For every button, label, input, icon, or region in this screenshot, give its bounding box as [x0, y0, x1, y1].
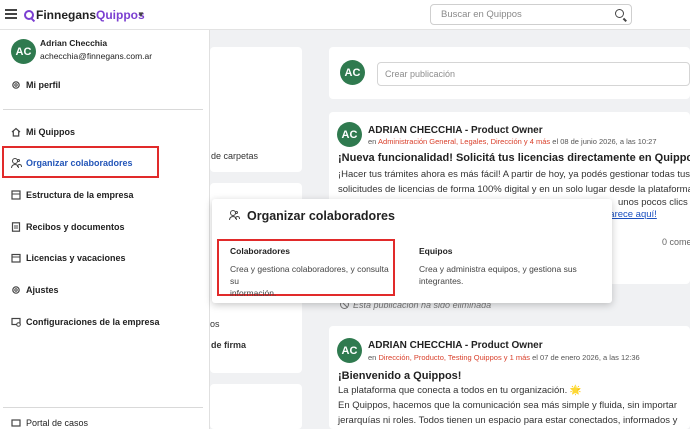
calendar-icon: [11, 253, 21, 263]
menu-header: Organizar colaboradores: [229, 209, 395, 223]
post-meta: en Administración General, Legales, Dire…: [368, 137, 657, 146]
post-body-line: jerarquías ni roles. Todos tienen un esp…: [338, 415, 678, 426]
create-post-input[interactable]: Crear publicación: [377, 62, 690, 86]
structure-icon: [11, 190, 21, 200]
gear-icon: [11, 80, 21, 90]
search-input[interactable]: Buscar en Quippos: [430, 4, 632, 25]
sidebar-item-label: Licencias y vacaciones: [26, 253, 126, 263]
post-title: ¡Bienvenido a Quippos!: [338, 370, 462, 382]
menu-option-desc-line: información.: [230, 288, 277, 298]
organizar-colaboradores-menu: Organizar colaboradores Colaboradores Cr…: [212, 199, 612, 303]
comment-count[interactable]: 0 come: [662, 235, 690, 250]
post-author[interactable]: ADRIAN CHECCHIA - Product Owner: [368, 125, 543, 136]
document-icon: [11, 222, 21, 232]
sidebar-item-portal-de-casos[interactable]: Portal de casos: [11, 418, 88, 428]
sidebar-item-mi-quippos[interactable]: Mi Quippos: [11, 127, 75, 137]
menu-option-title: Equipos: [419, 246, 453, 256]
app-switcher-caret-icon[interactable]: ▼: [137, 10, 145, 19]
user-email: achecchia@finnegans.com.ar: [40, 51, 153, 61]
people-icon: [229, 210, 241, 222]
search-placeholder: Buscar en Quippos: [441, 9, 522, 20]
meta-prefix: en: [368, 353, 379, 362]
avatar: AC: [340, 60, 365, 85]
sidebar-item-profile[interactable]: Mi perfil: [11, 80, 61, 90]
post-date: el 07 de enero 2026, a las 12:36: [530, 353, 640, 362]
sidebar-item-label: Configuraciones de la empresa: [26, 317, 160, 327]
avatar: AC: [337, 338, 362, 363]
logo-text-finnegans: Finnegans: [36, 8, 97, 22]
user-name: Adrian Checchia: [40, 38, 108, 48]
avatar: AC: [337, 122, 362, 147]
people-icon: [11, 158, 22, 168]
left-fragment-carpetas: de carpetas: [211, 151, 259, 161]
post-body-line: ¡Hacer tus trámites ahora es más fácil! …: [338, 169, 690, 180]
menu-option-desc-line: Crea y gestiona colaboradores, y consult…: [230, 264, 389, 286]
menu-option-title: Colaboradores: [230, 246, 290, 256]
post-tags[interactable]: Dirección, Producto, Testing Quippos y 1…: [378, 353, 530, 362]
user-avatar[interactable]: AC: [11, 39, 36, 64]
sidebar-item-label: Mi perfil: [26, 80, 61, 90]
sidebar-item-label: Recibos y documentos: [26, 222, 125, 232]
sidebar-item-label: Mi Quippos: [26, 127, 75, 137]
post-body-line: La plataforma que conecta a todos en tu …: [338, 385, 582, 396]
menu-option-colaboradores[interactable]: Colaboradores Crea y gestiona colaborado…: [230, 246, 395, 299]
left-fragment-os: os: [210, 319, 220, 329]
meta-prefix: en: [368, 137, 379, 146]
sidebar-item-label: Ajustes: [26, 285, 59, 295]
support-icon: [11, 418, 21, 428]
menu-title: Organizar colaboradores: [247, 209, 395, 223]
sidebar-item-label: Organizar colaboradores: [26, 158, 133, 168]
sidebar-item-label: Portal de casos: [26, 418, 89, 428]
sidebar-item-label: Estructura de la empresa: [26, 190, 134, 200]
top-bar: Finnegans Quippos ▼ Buscar en Quippos: [0, 0, 690, 30]
menu-option-desc-line: Crea y administra equipos, y gestiona su…: [419, 264, 577, 274]
sidebar-item-configuraciones[interactable]: Configuraciones de la empresa: [11, 317, 160, 327]
settings-icon: [11, 317, 21, 327]
sidebar-item-licencias[interactable]: Licencias y vacaciones: [11, 253, 126, 263]
home-icon: [11, 127, 21, 137]
left-fragment-firma: de firma: [211, 340, 247, 350]
post-author[interactable]: ADRIAN CHECCHIA - Product Owner: [368, 340, 543, 351]
hamburger-menu-icon[interactable]: [5, 9, 17, 19]
sidebar-divider: [3, 109, 203, 110]
sidebar: AC Adrian Checchia achecchia@finnegans.c…: [0, 30, 210, 429]
gear-icon: [11, 285, 21, 295]
sidebar-item-organizar-colaboradores[interactable]: Organizar colaboradores: [11, 158, 133, 168]
menu-option-equipos[interactable]: Equipos Crea y administra equipos, y ges…: [419, 246, 599, 287]
post-tags[interactable]: Administración General, Legales, Direcci…: [378, 137, 550, 146]
sidebar-item-recibos[interactable]: Recibos y documentos: [11, 222, 125, 232]
left-widget-card-3: [210, 384, 302, 429]
post-date: el 08 de junio 2026, a las 10:27: [550, 137, 657, 146]
sidebar-divider: [3, 407, 203, 408]
post-title: ¡Nueva funcionalidad! Solicitá tus licen…: [338, 152, 690, 164]
sidebar-item-estructura[interactable]: Estructura de la empresa: [11, 190, 134, 200]
search-icon[interactable]: [615, 9, 624, 18]
menu-option-desc-line: integrantes.: [419, 276, 464, 286]
app-logo[interactable]: Finnegans Quippos: [24, 8, 145, 22]
post-meta: en Dirección, Producto, Testing Quippos …: [368, 353, 640, 362]
post-body-line: En Quippos, hacemos que la comunicación …: [338, 400, 677, 411]
logo-mark-icon: [24, 10, 34, 20]
sidebar-item-ajustes[interactable]: Ajustes: [11, 285, 59, 295]
